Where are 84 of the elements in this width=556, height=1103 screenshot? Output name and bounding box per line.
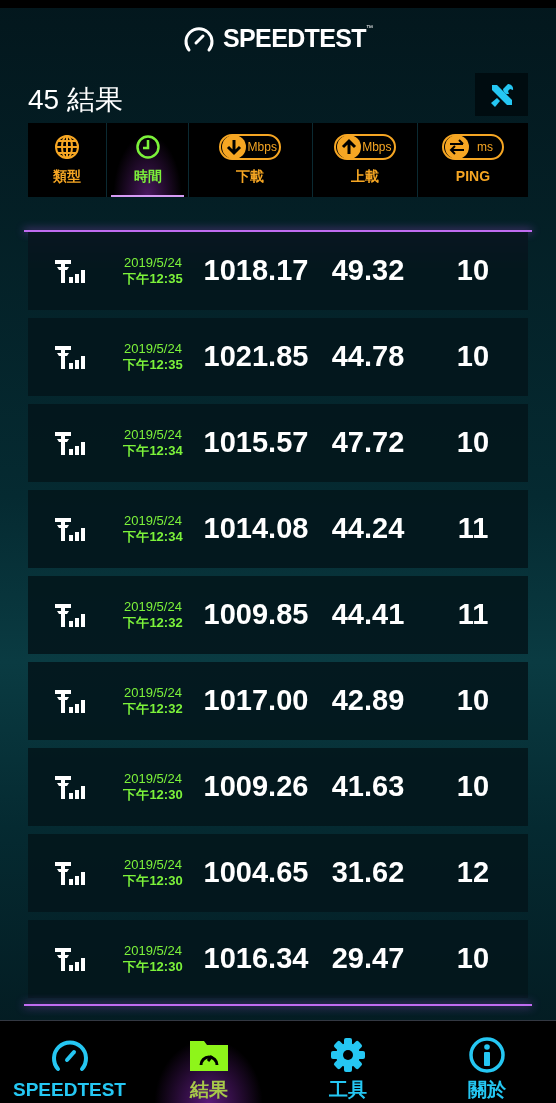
ping-value: 10 [455, 941, 491, 977]
result-time: 下午12:30 [123, 959, 183, 975]
info-icon [467, 1036, 506, 1074]
nav-tab[interactable]: 關於 [417, 1021, 556, 1103]
result-date: 2019/5/24 [124, 255, 182, 271]
result-date: 2019/5/24 [124, 513, 182, 529]
ping-value: 10 [455, 425, 491, 461]
ping-value: 10 [455, 683, 491, 719]
signal-antenna-icon [54, 688, 86, 714]
upload-speed: 44.41 [330, 597, 406, 633]
result-date: 2019/5/24 [124, 427, 182, 443]
result-row[interactable]: 2019/5/24 下午12:32 1009.85 44.41 11 [28, 576, 528, 654]
globe-icon [54, 133, 81, 160]
ping-value: 10 [455, 339, 491, 375]
upload-speed: 49.32 [330, 253, 406, 289]
result-date: 2019/5/24 [124, 943, 182, 959]
result-row[interactable]: 2019/5/24 下午12:30 1016.34 29.47 10 [28, 920, 528, 998]
result-row[interactable]: 2019/5/24 下午12:35 1021.85 44.78 10 [28, 318, 528, 396]
upload-speed: 44.78 [330, 339, 406, 375]
settings-icon [328, 1036, 367, 1074]
result-row[interactable]: 2019/5/24 下午12:30 1004.65 31.62 12 [28, 834, 528, 912]
result-time: 下午12:30 [123, 787, 183, 803]
result-row[interactable]: 2019/5/24 下午12:35 1018.17 49.32 10 [28, 232, 528, 310]
upload-speed: 42.89 [330, 683, 406, 719]
ping-value: 11 [456, 597, 490, 633]
clock-icon [134, 133, 161, 160]
result-row[interactable]: 2019/5/24 下午12:34 1015.57 47.72 10 [28, 404, 528, 482]
result-time: 下午12:30 [123, 873, 183, 889]
result-time: 下午12:35 [123, 271, 183, 287]
signal-antenna-icon [54, 860, 86, 886]
result-time: 下午12:34 [123, 443, 183, 459]
ping-value: 11 [456, 511, 490, 547]
app-logo-text: SPEEDTEST [223, 23, 366, 55]
download-speed: 1017.00 [202, 683, 310, 719]
download-speed: 1009.26 [202, 769, 310, 805]
sort-tab[interactable]: Mbps 下載 [188, 123, 312, 197]
unit-label: Mbps [361, 138, 393, 156]
download-speed: 1004.65 [202, 855, 310, 891]
signal-antenna-icon [54, 516, 86, 542]
nav-tab[interactable]: SPEEDTEST [0, 1021, 139, 1103]
upload-speed: 41.63 [330, 769, 406, 805]
gauge-icon [49, 1038, 90, 1072]
result-row[interactable]: 2019/5/24 下午12:32 1017.00 42.89 10 [28, 662, 528, 740]
download-speed: 1021.85 [202, 339, 310, 375]
result-time: 下午12:32 [123, 701, 183, 717]
signal-antenna-icon [54, 946, 86, 972]
signal-antenna-icon [54, 774, 86, 800]
sort-tab[interactable]: 類型 [28, 123, 107, 197]
download-speed: 1015.57 [202, 425, 310, 461]
upload-speed: 44.24 [330, 511, 406, 547]
ping-value: 10 [455, 253, 491, 289]
tools-button[interactable] [475, 73, 528, 116]
results-count-title: 45 結果 [28, 82, 123, 117]
unit-label: Mbps [247, 138, 278, 156]
upload-speed: 31.62 [330, 855, 406, 891]
result-time: 下午12:32 [123, 615, 183, 631]
nav-tab[interactable]: 工具 [278, 1021, 417, 1103]
upload-speed: 29.47 [330, 941, 406, 977]
result-row[interactable]: 2019/5/24 下午12:34 1014.08 44.24 11 [28, 490, 528, 568]
result-row[interactable]: 2019/5/24 下午12:30 1009.26 41.63 10 [28, 748, 528, 826]
result-date: 2019/5/24 [124, 341, 182, 357]
signal-antenna-icon [54, 430, 86, 456]
signal-antenna-icon [54, 344, 86, 370]
sort-tab[interactable]: ms PING [417, 123, 528, 197]
swap-arrows-icon [443, 133, 470, 160]
sort-tab[interactable]: 時間 [107, 123, 188, 197]
result-date: 2019/5/24 [124, 771, 182, 787]
download-speed: 1014.08 [202, 511, 310, 547]
result-time: 下午12:34 [123, 529, 183, 545]
upload-speed: 47.72 [330, 425, 406, 461]
result-date: 2019/5/24 [124, 857, 182, 873]
signal-antenna-icon [54, 602, 86, 628]
ping-value: 10 [455, 769, 491, 805]
signal-antenna-icon [54, 258, 86, 284]
result-date: 2019/5/24 [124, 685, 182, 701]
sort-tab[interactable]: Mbps 上載 [312, 123, 417, 197]
download-speed: 1016.34 [202, 941, 310, 977]
gauge-logo-icon [183, 25, 215, 53]
result-date: 2019/5/24 [124, 599, 182, 615]
download-speed: 1009.85 [202, 597, 310, 633]
unit-label: ms [475, 138, 494, 156]
download-speed: 1018.17 [202, 253, 310, 289]
ping-value: 12 [455, 855, 491, 891]
result-time: 下午12:35 [123, 357, 183, 373]
